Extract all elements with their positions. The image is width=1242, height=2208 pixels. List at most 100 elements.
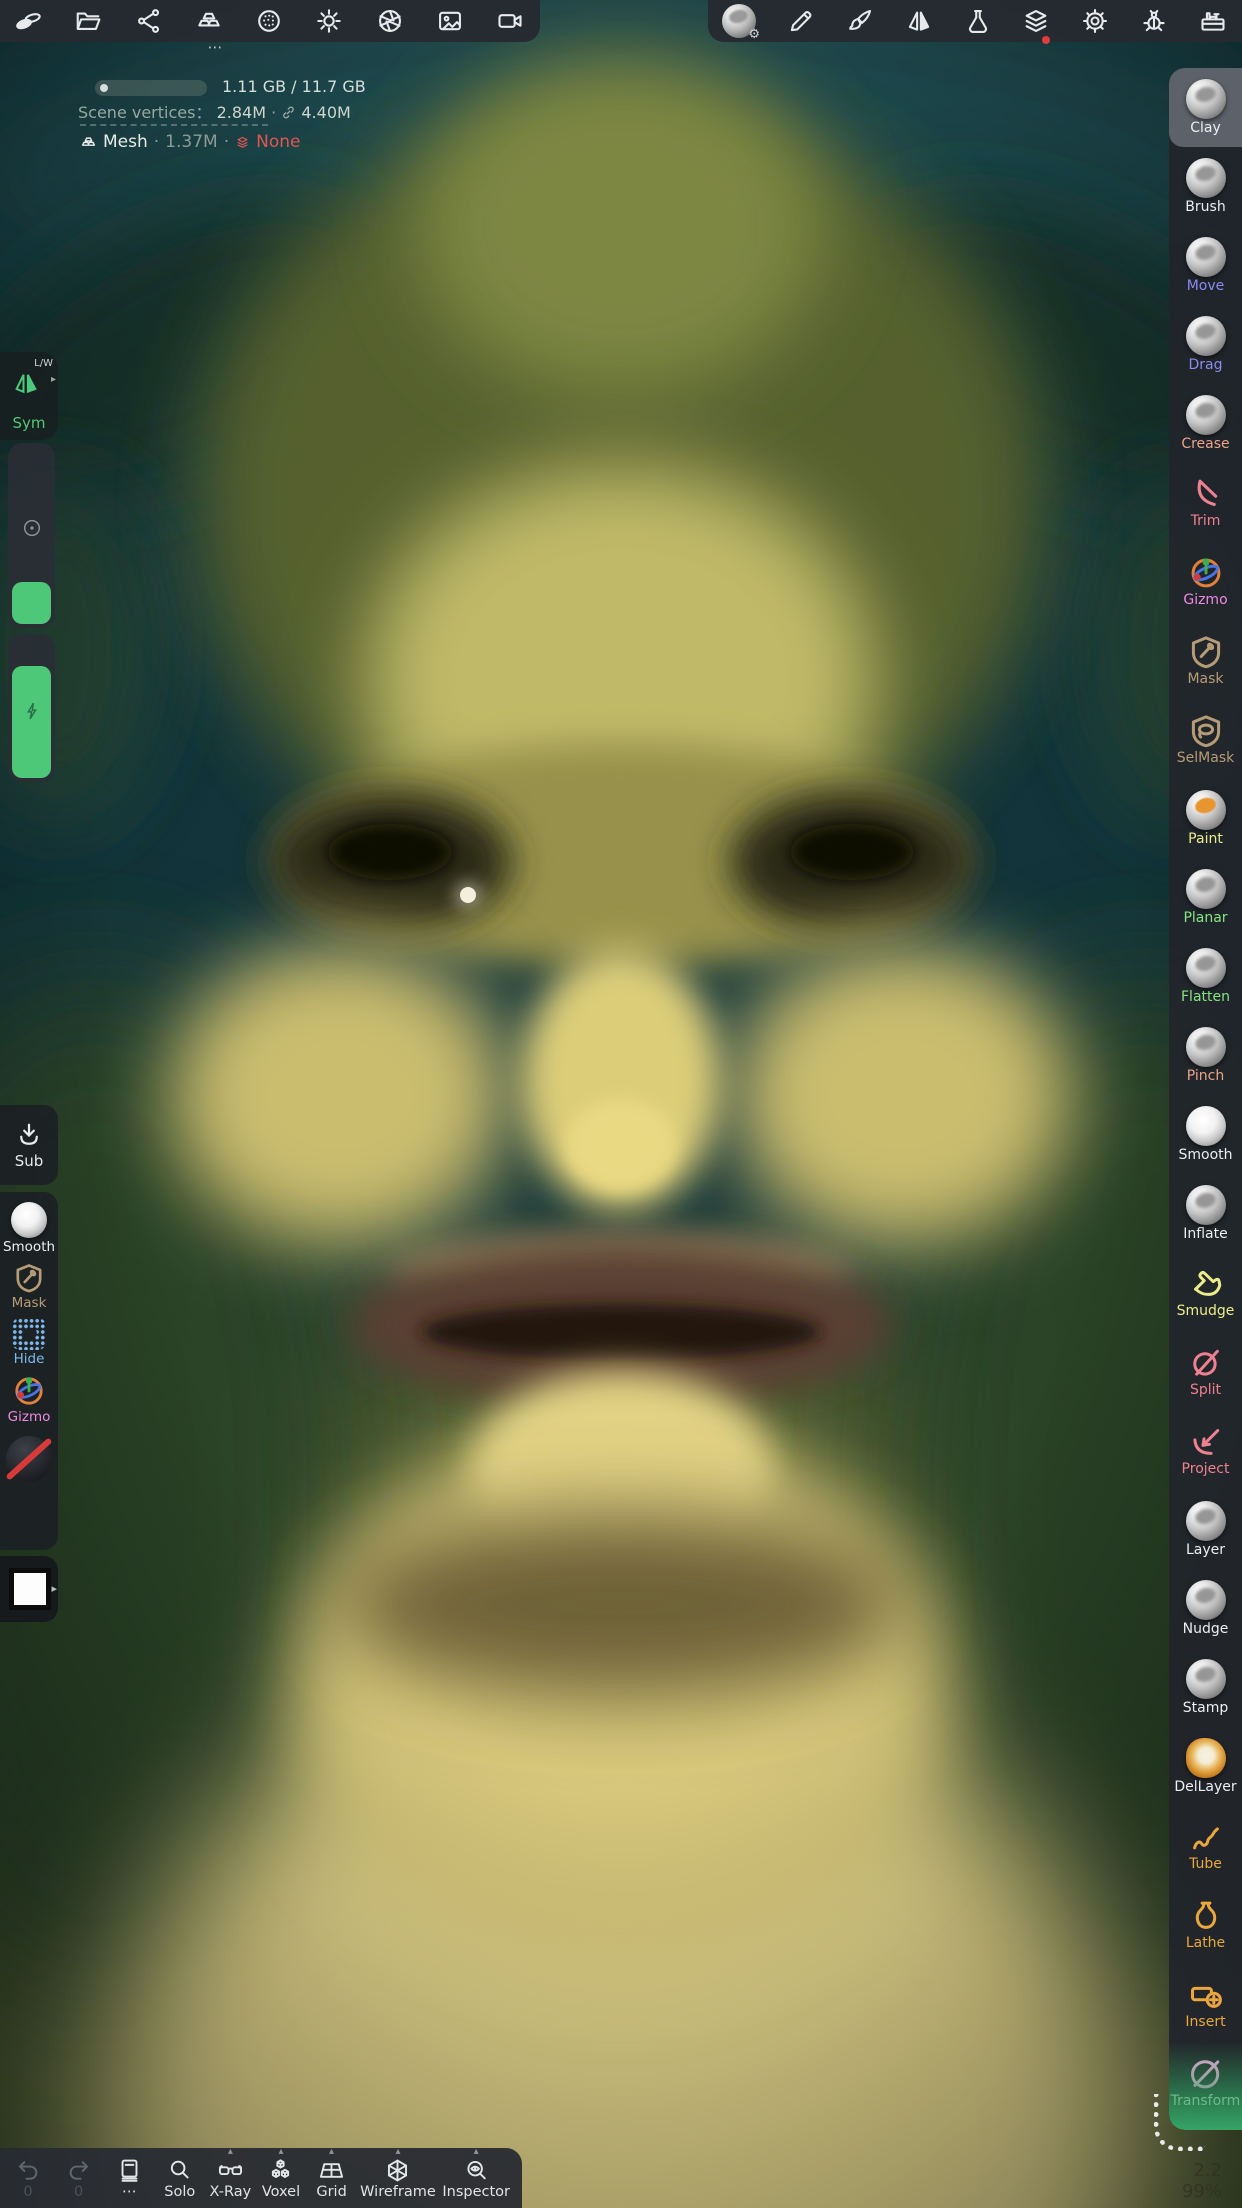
tool-smudge[interactable]: Smudge — [1169, 1253, 1242, 1332]
tool-stamp[interactable]: Stamp — [1169, 1648, 1242, 1727]
layers-icon[interactable] — [1022, 7, 1050, 35]
smudge-hand-icon — [1188, 1266, 1224, 1302]
voxel-button[interactable]: ▴ Voxel — [259, 2148, 303, 2208]
stroke-pencil-icon[interactable] — [787, 7, 815, 35]
postprocess-aperture-icon[interactable] — [376, 7, 404, 35]
tool-label: Move — [1187, 279, 1225, 294]
tool-selmask[interactable]: SelMask — [1169, 700, 1242, 779]
tool-smooth[interactable]: Smooth — [1169, 1095, 1242, 1174]
painting-brush-icon[interactable] — [846, 7, 874, 35]
solo-button[interactable]: Solo — [158, 2148, 202, 2208]
grid-button[interactable]: ▴ Grid — [310, 2148, 354, 2208]
tool-label: Smooth — [1178, 1148, 1232, 1163]
crease-sphere-icon — [1186, 395, 1226, 435]
tool-split[interactable]: Split — [1169, 1332, 1242, 1411]
drag-sphere-icon — [1186, 316, 1226, 356]
quick-smooth-button[interactable]: Smooth — [3, 1202, 55, 1255]
history-more-button[interactable]: ⋯ — [107, 2148, 151, 2208]
tool-inflate[interactable]: Inflate — [1169, 1174, 1242, 1253]
mesh-vertex-count: 1.37M — [165, 132, 218, 152]
material-ingots-icon[interactable] — [195, 7, 223, 35]
symmetry-button[interactable]: L/W ▸ Sym — [0, 352, 58, 440]
tool-label: Crease — [1181, 437, 1229, 452]
strength-slider[interactable] — [8, 634, 55, 782]
xray-glasses-icon — [217, 2157, 244, 2184]
tool-planar[interactable]: Planar — [1169, 858, 1242, 937]
separator-dot: · — [154, 132, 159, 152]
undo-button[interactable]: 0 — [6, 2148, 50, 2208]
memory-bar-fill — [100, 84, 108, 92]
help-toolbox-icon[interactable] — [1199, 7, 1227, 35]
link-icon — [281, 105, 296, 120]
tool-layer[interactable]: Layer — [1169, 1490, 1242, 1569]
color-swatch-panel[interactable]: ▸ — [0, 1556, 58, 1622]
camera-icon[interactable] — [496, 7, 524, 35]
insert-shape-plus-icon — [1188, 1977, 1224, 2013]
mask-shield-icon — [1188, 634, 1224, 670]
quick-gizmo-button[interactable]: Gizmo — [8, 1374, 51, 1425]
tool-clay[interactable]: Clay — [1169, 68, 1242, 147]
mesh-name: Mesh — [103, 132, 148, 152]
tool-label: DelLayer — [1174, 1780, 1236, 1795]
nomad-logo-icon[interactable] — [14, 7, 42, 35]
tool-paint[interactable]: Paint — [1169, 779, 1242, 858]
tool-nudge[interactable]: Nudge — [1169, 1569, 1242, 1648]
info-divider — [80, 124, 268, 126]
viewport-canvas[interactable]: 2.2 99% — [0, 0, 1242, 2208]
tool-trim[interactable]: Trim — [1169, 463, 1242, 542]
redo-button[interactable]: 0 — [57, 2148, 101, 2208]
symmetry-mirror-icon[interactable] — [905, 7, 933, 35]
tool-sidebar: Clay Brush Move Drag Crease Trim — [1169, 68, 1242, 2130]
experimental-flask-icon[interactable] — [964, 7, 992, 35]
split-circle-slash-icon — [1188, 1345, 1224, 1381]
tool-tube[interactable]: Tube — [1169, 1806, 1242, 1885]
tool-label: Stamp — [1183, 1701, 1228, 1716]
material-ball-icon[interactable]: ⚙ — [722, 4, 756, 38]
tool-lathe[interactable]: Lathe — [1169, 1885, 1242, 1964]
debug-bug-icon[interactable] — [1140, 7, 1168, 35]
subdivision-button[interactable]: Sub — [0, 1105, 58, 1185]
inspector-button[interactable]: ▴ Inspector — [442, 2148, 510, 2208]
tool-mask[interactable]: Mask — [1169, 621, 1242, 700]
radius-dot-icon — [21, 517, 43, 539]
tool-project[interactable]: Project — [1169, 1411, 1242, 1490]
layer-sphere-icon — [1186, 1501, 1226, 1541]
caret-up-icon: ▴ — [278, 2146, 283, 2157]
tool-move[interactable]: Move — [1169, 226, 1242, 305]
hide-dissolve-icon — [12, 1318, 46, 1350]
pinch-sphere-icon — [1186, 1027, 1226, 1067]
settings-gear-icon[interactable] — [1081, 7, 1109, 35]
tool-pinch[interactable]: Pinch — [1169, 1016, 1242, 1095]
tool-drag[interactable]: Drag — [1169, 305, 1242, 384]
mesh-info-line[interactable]: Mesh · 1.37M · None — [80, 132, 300, 152]
toolbar-handle[interactable]: ⋯ — [198, 40, 234, 54]
redo-arrow-icon — [65, 2157, 92, 2184]
tool-gizmo[interactable]: Gizmo — [1169, 542, 1242, 621]
lighting-sun-icon[interactable] — [315, 7, 343, 35]
viewport-stats: 2.2 99% — [1130, 2160, 1222, 2202]
transform-circle-pencil-icon — [1188, 2056, 1224, 2092]
tool-dellayer[interactable]: DelLayer — [1169, 1727, 1242, 1806]
tool-transform[interactable]: Transform — [1169, 2043, 1242, 2122]
active-color-swatch[interactable] — [9, 1568, 51, 1610]
material-disabled-swatch[interactable] — [6, 1436, 52, 1482]
xray-button[interactable]: ▴ X-Ray — [208, 2148, 252, 2208]
export-share-icon[interactable] — [135, 7, 163, 35]
tool-crease[interactable]: Crease — [1169, 384, 1242, 463]
flatten-sphere-icon — [1186, 948, 1226, 988]
tool-brush[interactable]: Brush — [1169, 147, 1242, 226]
paint-sphere-icon — [1186, 790, 1226, 830]
scene-vertices-line: Scene vertices： 2.84M · 4.40M — [78, 99, 351, 123]
matcap-sphere-icon[interactable] — [255, 7, 283, 35]
quick-mask-button[interactable]: Mask — [12, 1262, 47, 1311]
quick-hide-button[interactable]: Hide — [12, 1318, 46, 1367]
tool-label: SelMask — [1177, 751, 1234, 766]
wireframe-button[interactable]: ▴ Wireframe — [360, 2148, 436, 2208]
symmetry-plane-label: L/W — [34, 358, 53, 369]
background-image-icon[interactable] — [436, 7, 464, 35]
tool-insert[interactable]: Insert — [1169, 1964, 1242, 2043]
tool-flatten[interactable]: Flatten — [1169, 937, 1242, 1016]
files-folder-icon[interactable] — [74, 7, 102, 35]
radius-slider[interactable] — [8, 443, 55, 628]
more-dots-label: ⋯ — [122, 2184, 137, 2201]
